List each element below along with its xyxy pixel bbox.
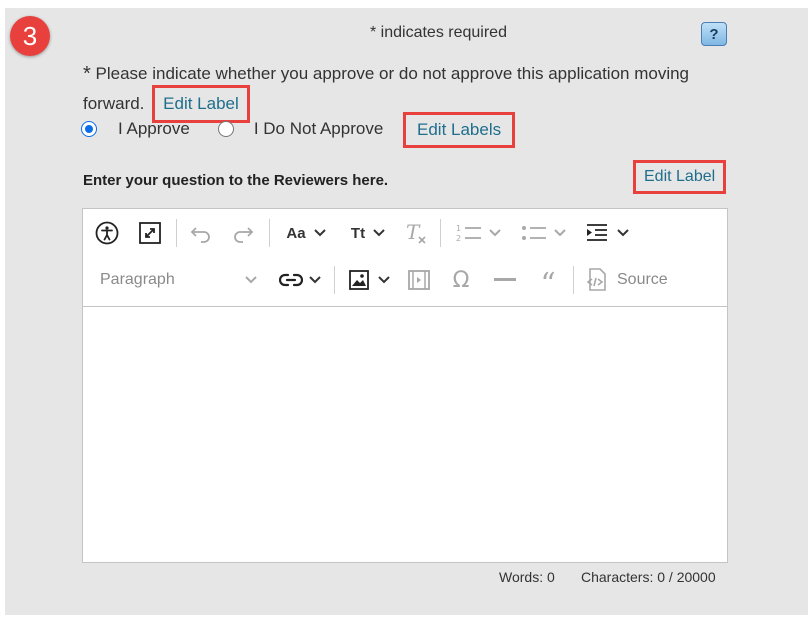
svg-text:2: 2 bbox=[456, 234, 461, 243]
editor-toolbar: Aa Tt T 12 Paragraph Ω “ Source bbox=[83, 209, 727, 307]
blockquote-icon[interactable]: “ bbox=[534, 266, 562, 300]
text-style-label: Tt bbox=[350, 224, 366, 242]
rich-text-editor: Aa Tt T 12 Paragraph Ω “ Source bbox=[82, 208, 728, 563]
source-label: Source bbox=[617, 271, 668, 288]
toolbar-separator bbox=[176, 219, 177, 247]
media-icon[interactable] bbox=[405, 266, 433, 294]
source-button[interactable]: Source bbox=[583, 266, 683, 294]
indent-icon[interactable] bbox=[581, 219, 633, 247]
horizontal-line-icon[interactable] bbox=[491, 266, 519, 294]
word-count: Words: 0 bbox=[499, 569, 555, 585]
link-icon[interactable] bbox=[275, 266, 325, 294]
toolbar-separator bbox=[440, 219, 441, 247]
required-star: * bbox=[83, 63, 91, 85]
fullscreen-icon[interactable] bbox=[136, 219, 164, 247]
approve-radio[interactable] bbox=[81, 121, 97, 137]
not-approve-label[interactable]: I Do Not Approve bbox=[254, 119, 383, 139]
approval-radio-group: I Approve I Do Not Approve bbox=[81, 119, 383, 139]
toolbar-separator bbox=[334, 266, 335, 294]
not-approve-radio[interactable] bbox=[217, 121, 234, 137]
text-style-icon[interactable]: Tt bbox=[343, 219, 393, 247]
remove-format-icon[interactable]: T bbox=[402, 219, 430, 247]
special-characters-icon[interactable]: Ω bbox=[447, 266, 475, 294]
redo-icon[interactable] bbox=[229, 219, 257, 247]
step-badge: 3 bbox=[10, 16, 50, 56]
heading-select[interactable]: Paragraph bbox=[93, 266, 263, 294]
reviewer-edit-label-link[interactable]: Edit Label bbox=[632, 160, 727, 194]
numbered-list-icon[interactable]: 12 bbox=[450, 219, 506, 247]
toolbar-separator bbox=[573, 266, 574, 294]
svg-text:1: 1 bbox=[456, 224, 461, 233]
accessibility-icon[interactable] bbox=[93, 219, 121, 247]
help-button[interactable]: ? bbox=[701, 22, 727, 46]
bulleted-list-icon[interactable] bbox=[515, 219, 571, 247]
editor-content-area[interactable] bbox=[83, 307, 727, 563]
source-icon bbox=[586, 268, 606, 291]
toolbar-separator bbox=[269, 219, 270, 247]
approval-question: * Please indicate whether you approve or… bbox=[83, 60, 743, 123]
approve-label[interactable]: I Approve bbox=[118, 119, 190, 139]
character-count: Characters: 0 / 20000 bbox=[581, 569, 716, 585]
edit-label-link[interactable]: Edit Label bbox=[152, 85, 250, 123]
font-size-label: Aa bbox=[286, 224, 306, 242]
required-note: * indicates required bbox=[370, 24, 507, 41]
font-size-icon[interactable]: Aa bbox=[280, 219, 332, 247]
image-icon[interactable] bbox=[343, 266, 395, 294]
edit-labels-link[interactable]: Edit Labels bbox=[402, 112, 516, 148]
svg-text:T: T bbox=[406, 221, 421, 244]
heading-select-value: Paragraph bbox=[100, 271, 175, 288]
undo-icon[interactable] bbox=[187, 219, 215, 247]
reviewer-question-label: Enter your question to the Reviewers her… bbox=[83, 172, 389, 189]
